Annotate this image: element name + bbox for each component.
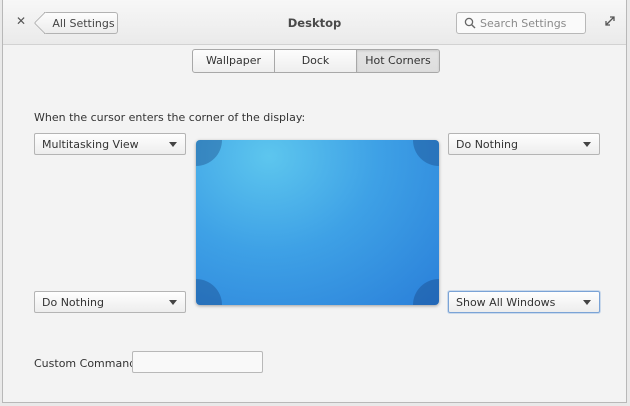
bottom-right-corner-dropdown[interactable]: Show All Windows: [448, 291, 600, 313]
tab-dock[interactable]: Dock: [275, 50, 357, 72]
top-right-corner-value: Do Nothing: [456, 137, 518, 151]
view-switcher: Wallpaper Dock Hot Corners: [192, 49, 440, 73]
search-field[interactable]: [456, 12, 586, 34]
search-input[interactable]: [480, 16, 580, 30]
bottom-left-hot-corner: [196, 279, 222, 305]
top-right-corner-dropdown[interactable]: Do Nothing: [448, 133, 600, 155]
top-left-corner-value: Multitasking View: [42, 137, 139, 151]
back-button-label: All Settings: [52, 16, 115, 30]
custom-command-input[interactable]: [132, 351, 263, 373]
search-icon: [460, 13, 480, 33]
dropdown-arrow-icon: [583, 300, 591, 305]
settings-window: ✕ All Settings Desktop Wallpaper Dock H: [2, 0, 627, 403]
top-left-hot-corner: [196, 140, 222, 166]
tab-hot-corners[interactable]: Hot Corners: [357, 50, 439, 72]
top-right-hot-corner: [413, 140, 439, 166]
bottom-right-hot-corner: [413, 279, 439, 305]
bottom-left-corner-dropdown[interactable]: Do Nothing: [34, 291, 186, 313]
custom-command-label: Custom Command:: [34, 357, 140, 370]
maximize-icon[interactable]: [603, 14, 617, 28]
dropdown-arrow-icon: [169, 300, 177, 305]
bottom-left-corner-value: Do Nothing: [42, 295, 104, 309]
titlebar: ✕ All Settings Desktop: [3, 0, 626, 45]
display-preview: [196, 140, 439, 305]
hot-corners-instruction: When the cursor enters the corner of the…: [34, 111, 306, 124]
tab-wallpaper[interactable]: Wallpaper: [193, 50, 275, 72]
dropdown-arrow-icon: [583, 142, 591, 147]
bottom-right-corner-value: Show All Windows: [456, 295, 556, 309]
top-left-corner-dropdown[interactable]: Multitasking View: [34, 133, 186, 155]
dropdown-arrow-icon: [169, 142, 177, 147]
